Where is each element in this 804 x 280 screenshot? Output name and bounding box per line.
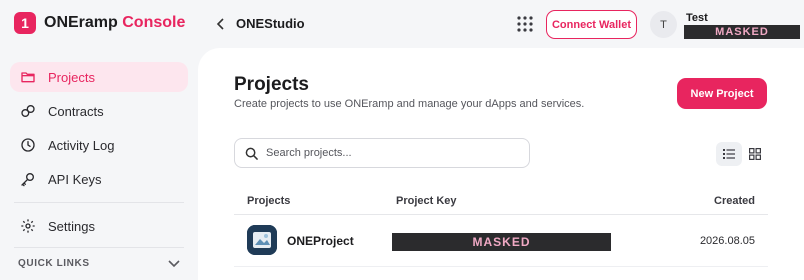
- table-header: Projects Project Key Created: [234, 188, 768, 215]
- list-icon: [723, 149, 735, 159]
- search-input[interactable]: [266, 147, 506, 159]
- chevron-left-icon: [216, 17, 224, 30]
- table-row[interactable]: ONEProject MASKED 2026.08.05: [234, 215, 768, 267]
- grid-view-button[interactable]: [742, 142, 768, 166]
- page-subtitle: Create projects to use ONEramp and manag…: [234, 98, 585, 110]
- sidebar-item-label: Projects: [48, 69, 95, 85]
- brand-name-prefix: ONEramp: [44, 14, 118, 31]
- avatar[interactable]: T: [650, 11, 677, 38]
- brand-name: ONEramp Console: [44, 14, 185, 32]
- clock-icon: [21, 138, 35, 152]
- projects-table: Projects Project Key Created ONEProject …: [234, 188, 768, 267]
- gear-icon: [21, 219, 35, 233]
- main-panel: Projects Create projects to use ONEramp …: [198, 48, 804, 280]
- sidebar-item-label: Contracts: [48, 103, 104, 119]
- logo-mark: 1: [14, 12, 36, 34]
- sidebar-item-api-keys[interactable]: API Keys: [10, 164, 188, 194]
- project-thumbnail: [247, 225, 277, 255]
- search-box[interactable]: [234, 138, 530, 168]
- sidebar-item-label: API Keys: [48, 171, 102, 187]
- sidebar: 1 ONEramp Console Projects Contracts Act…: [0, 0, 198, 280]
- project-image-icon: [247, 225, 277, 255]
- brand-name-accent: Console: [122, 14, 186, 31]
- project-created-date: 2026.08.05: [699, 235, 755, 247]
- project-name[interactable]: ONEProject: [287, 234, 354, 248]
- key-icon: [21, 173, 34, 187]
- folder-icon: [21, 72, 35, 83]
- user-masked-info: MASKED: [684, 25, 800, 39]
- sidebar-item-projects[interactable]: Projects: [10, 62, 188, 92]
- new-project-button[interactable]: New Project: [677, 78, 767, 109]
- apps-grid-icon[interactable]: [516, 15, 534, 33]
- user-name: Test: [686, 12, 708, 24]
- view-toggle: [716, 142, 768, 166]
- column-header-created[interactable]: Created: [714, 195, 755, 207]
- chevron-down-icon: [168, 259, 180, 267]
- breadcrumb-label: ONEStudio: [236, 16, 305, 31]
- contracts-icon: [21, 105, 35, 117]
- column-header-project-key[interactable]: Project Key: [396, 195, 457, 207]
- project-key-masked: MASKED: [392, 233, 611, 251]
- sidebar-item-contracts[interactable]: Contracts: [10, 96, 188, 126]
- topbar: ONEStudio Connect Wallet T Test MASKED: [198, 0, 804, 48]
- sidebar-nav: Projects Contracts Activity Log API Keys…: [10, 62, 188, 245]
- column-header-projects[interactable]: Projects: [247, 195, 290, 207]
- page-title: Projects: [234, 74, 309, 95]
- sidebar-item-activity-log[interactable]: Activity Log: [10, 130, 188, 160]
- list-view-button[interactable]: [716, 142, 742, 166]
- brand-logo[interactable]: 1 ONEramp Console: [14, 12, 185, 34]
- sidebar-divider: [14, 202, 184, 203]
- sidebar-item-label: Settings: [48, 218, 95, 234]
- quick-links-label: QUICK LINKS: [18, 258, 90, 269]
- sidebar-item-settings[interactable]: Settings: [10, 211, 188, 241]
- quick-links-divider: [14, 247, 184, 248]
- sidebar-item-label: Activity Log: [48, 137, 115, 153]
- grid-icon: [749, 148, 761, 160]
- quick-links-toggle[interactable]: QUICK LINKS: [18, 258, 180, 269]
- breadcrumb[interactable]: ONEStudio: [216, 16, 305, 31]
- search-icon: [245, 147, 258, 160]
- connect-wallet-button[interactable]: Connect Wallet: [546, 10, 637, 39]
